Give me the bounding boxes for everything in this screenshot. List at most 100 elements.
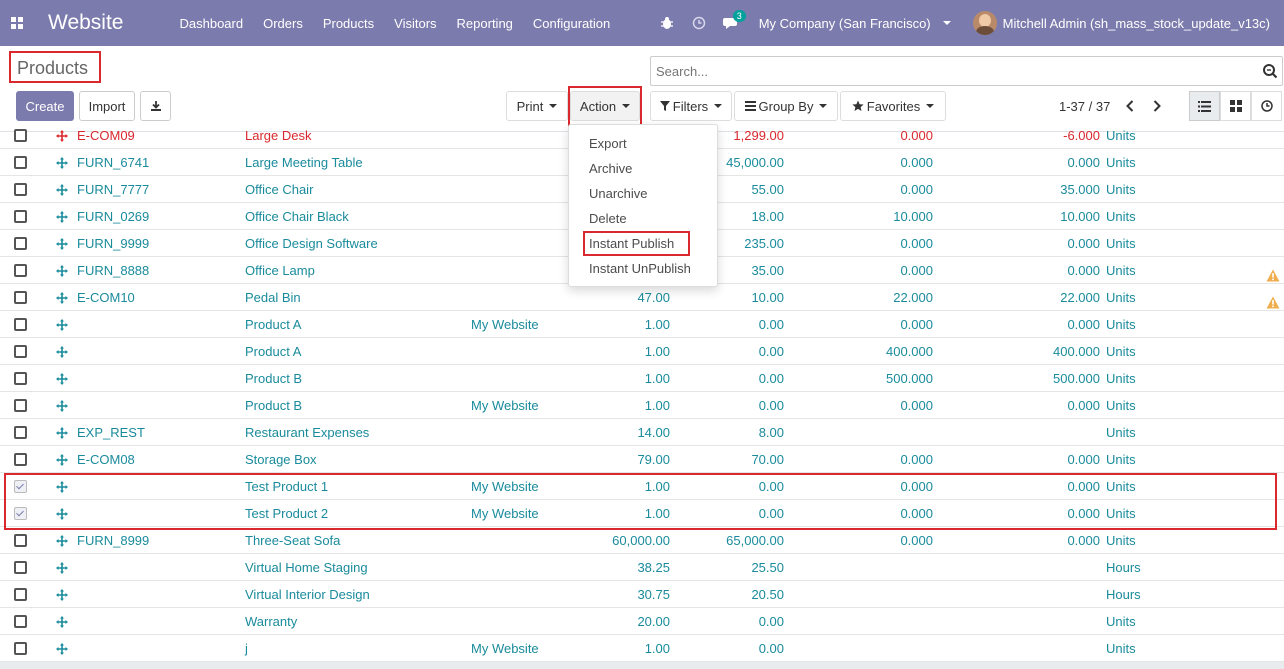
table-row[interactable]: Product A 1.00 0.00 400.000 400.000 Units <box>0 338 1284 365</box>
row-checkbox[interactable] <box>14 156 27 169</box>
product-website: My Website <box>471 317 539 332</box>
menu-reporting[interactable]: Reporting <box>447 0 523 46</box>
row-checkbox[interactable] <box>14 237 27 250</box>
row-checkbox[interactable] <box>14 453 27 466</box>
table-row[interactable]: Virtual Home Staging 38.25 25.50 Hours <box>0 554 1284 581</box>
list-view-button[interactable] <box>1189 91 1220 121</box>
row-checkbox[interactable] <box>14 291 27 304</box>
table-row[interactable]: Virtual Interior Design 30.75 20.50 Hours <box>0 581 1284 608</box>
menu-products[interactable]: Products <box>313 0 384 46</box>
menu-item-export[interactable]: Export <box>569 131 717 156</box>
search-bar[interactable] <box>650 56 1283 86</box>
row-checkbox[interactable] <box>14 183 27 196</box>
company-switcher[interactable]: My Company (San Francisco) <box>747 16 963 31</box>
activity-view-button[interactable] <box>1251 91 1282 121</box>
row-checkbox[interactable] <box>14 345 27 358</box>
sales-price: 38.25 <box>637 560 670 575</box>
drag-handle-icon[interactable] <box>55 338 69 365</box>
horizontal-scrollbar[interactable] <box>0 662 1284 669</box>
row-checkbox[interactable] <box>14 372 27 385</box>
table-row[interactable]: FURN_8999 Three-Seat Sofa 60,000.00 65,000.… <box>0 527 1284 554</box>
drag-handle-icon[interactable] <box>55 608 69 635</box>
drag-handle-icon[interactable] <box>55 581 69 608</box>
table-row[interactable]: Warranty 20.00 0.00 Units <box>0 608 1284 635</box>
row-checkbox[interactable] <box>14 426 27 439</box>
drag-handle-icon[interactable] <box>55 203 69 230</box>
unit-of-measure: Units <box>1106 317 1136 332</box>
pager-value[interactable]: 1-37 / 37 <box>1059 99 1110 114</box>
search-input[interactable] <box>651 63 1258 79</box>
table-row[interactable]: E-COM10 Pedal Bin 47.00 10.00 22.000 22.000 Un… <box>0 284 1284 311</box>
pager-next-button[interactable] <box>1144 91 1170 121</box>
row-checkbox[interactable] <box>14 534 27 547</box>
drag-handle-icon[interactable] <box>55 284 69 311</box>
menu-item-instant-unpublish[interactable]: Instant UnPublish <box>569 256 717 281</box>
table-row[interactable]: Product B My Website 1.00 0.00 0.000 0.000 Uni… <box>0 392 1284 419</box>
cost: 20.50 <box>751 587 784 602</box>
row-checkbox[interactable] <box>14 210 27 223</box>
unit-of-measure: Hours <box>1106 560 1141 575</box>
menu-orders[interactable]: Orders <box>253 0 313 46</box>
row-checkbox[interactable] <box>14 615 27 628</box>
caret-down-icon <box>942 21 951 25</box>
row-checkbox[interactable] <box>14 561 27 574</box>
pager-previous-button[interactable] <box>1117 91 1143 121</box>
menu-dashboard[interactable]: Dashboard <box>169 0 253 46</box>
forecasted-quantity: 0.000 <box>1067 317 1100 332</box>
table-row[interactable]: Product B 1.00 0.00 500.000 500.000 Units <box>0 365 1284 392</box>
row-checkbox[interactable] <box>14 642 27 655</box>
sales-price: 1.00 <box>644 344 670 359</box>
drag-handle-icon[interactable] <box>55 122 69 149</box>
drag-handle-icon[interactable] <box>55 446 69 473</box>
row-checkbox[interactable] <box>14 318 27 331</box>
menu-configuration[interactable]: Configuration <box>523 0 620 46</box>
table-row[interactable]: Product A My Website 1.00 0.00 0.000 0.000 Uni… <box>0 311 1284 338</box>
product-name: Large Meeting Table <box>245 155 363 170</box>
product-name: Office Design Software <box>245 236 378 251</box>
kanban-view-button[interactable] <box>1220 91 1251 121</box>
unit-of-measure: Units <box>1106 128 1136 143</box>
table-row[interactable]: E-COM08 Storage Box 79.00 70.00 0.000 0.000 Un… <box>0 446 1284 473</box>
drag-handle-icon[interactable] <box>55 176 69 203</box>
search-icon[interactable] <box>1258 63 1282 79</box>
drag-handle-icon[interactable] <box>55 554 69 581</box>
menu-item-archive[interactable]: Archive <box>569 156 717 181</box>
filters-button[interactable]: Filters <box>650 91 732 121</box>
import-button[interactable]: Import <box>79 91 135 121</box>
app-brand[interactable]: Website <box>48 11 123 35</box>
drag-handle-icon[interactable] <box>55 365 69 392</box>
menu-visitors[interactable]: Visitors <box>384 0 446 46</box>
bars-icon <box>744 101 756 111</box>
drag-handle-icon[interactable] <box>55 230 69 257</box>
bug-icon[interactable] <box>651 0 683 46</box>
row-checkbox[interactable] <box>14 399 27 412</box>
row-checkbox[interactable] <box>14 129 27 142</box>
drag-handle-icon[interactable] <box>55 392 69 419</box>
drag-handle-icon[interactable] <box>55 149 69 176</box>
sales-price: 14.00 <box>637 425 670 440</box>
warning-icon <box>1266 291 1280 309</box>
create-button[interactable]: Create <box>16 91 74 121</box>
chat-icon[interactable]: 3 <box>715 0 747 46</box>
drag-handle-icon[interactable] <box>55 635 69 662</box>
unit-of-measure: Units <box>1106 452 1136 467</box>
table-row[interactable]: EXP_REST Restaurant Expenses 14.00 8.00 Unit… <box>0 419 1284 446</box>
download-button[interactable] <box>140 91 171 121</box>
table-row[interactable]: j My Website 1.00 0.00 Units <box>0 635 1284 662</box>
group-by-button[interactable]: Group By <box>734 91 838 121</box>
user-menu[interactable]: Mitchell Admin (sh_mass_stock_update_v13… <box>963 11 1284 35</box>
row-checkbox[interactable] <box>14 264 27 277</box>
drag-handle-icon[interactable] <box>55 419 69 446</box>
drag-handle-icon[interactable] <box>55 311 69 338</box>
menu-item-delete[interactable]: Delete <box>569 206 717 231</box>
print-dropdown-button[interactable]: Print <box>506 91 568 121</box>
caret-down-icon <box>549 104 558 108</box>
apps-grid-icon[interactable] <box>0 0 34 46</box>
clock-icon[interactable] <box>683 0 715 46</box>
menu-item-unarchive[interactable]: Unarchive <box>569 181 717 206</box>
star-icon <box>852 100 864 111</box>
row-checkbox[interactable] <box>14 588 27 601</box>
drag-handle-icon[interactable] <box>55 527 69 554</box>
drag-handle-icon[interactable] <box>55 257 69 284</box>
favorites-button[interactable]: Favorites <box>840 91 946 121</box>
